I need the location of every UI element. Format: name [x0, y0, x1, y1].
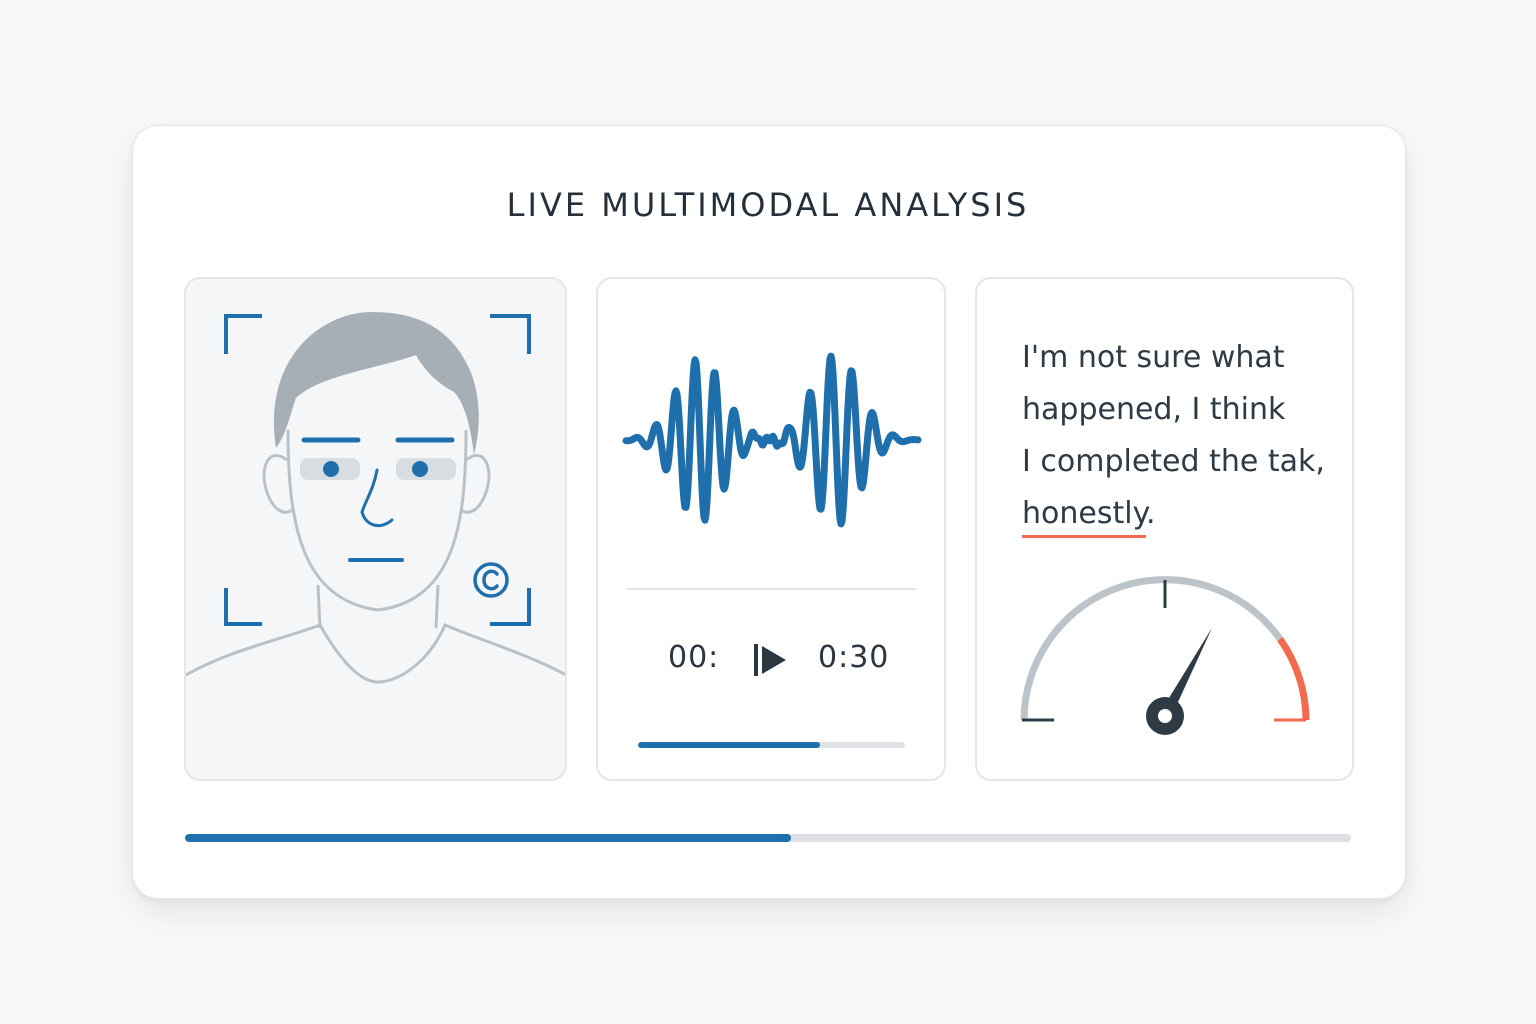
- time-start: 00:: [668, 640, 720, 675]
- transcript-line: honestly.: [1022, 488, 1342, 540]
- audio-scrubber[interactable]: [638, 742, 905, 748]
- analysis-progress-fill: [185, 834, 792, 842]
- face-video-panel: [184, 277, 567, 781]
- transcript-trailing: .: [1146, 496, 1156, 531]
- transcript: I'm not sure what happened, I think I co…: [1022, 332, 1342, 540]
- highlighted-word: honestly: [1022, 496, 1147, 538]
- transcript-line: I completed the tak,: [1022, 444, 1325, 479]
- time-end: 0:30: [818, 640, 890, 675]
- face-tracking-frame-icon: [224, 314, 531, 626]
- audio-panel: [596, 277, 946, 781]
- audio-scrubber-fill: [638, 742, 820, 748]
- transcript-line: I'm not sure what: [1022, 340, 1285, 375]
- copyright-icon: [473, 562, 509, 598]
- transcript-line: happened, I think: [1022, 392, 1286, 427]
- page-title: LIVE MULTIMODAL ANALYSIS: [506, 186, 1030, 224]
- analysis-progress-bar: [185, 834, 1351, 842]
- play-icon[interactable]: [748, 640, 792, 680]
